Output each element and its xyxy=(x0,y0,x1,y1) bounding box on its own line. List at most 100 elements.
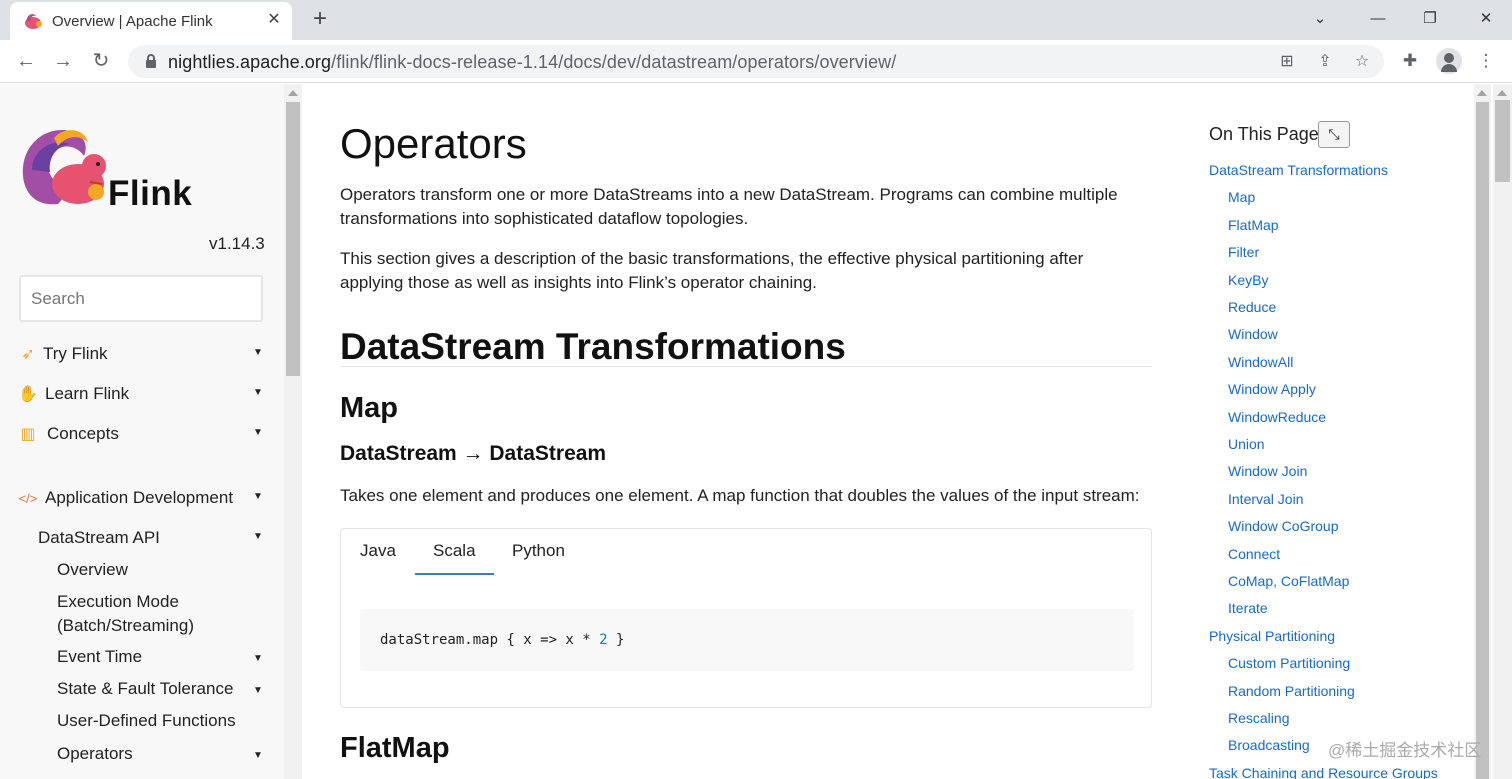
scrollbar-thumb[interactable] xyxy=(1476,102,1489,779)
sidebar-item-operators[interactable]: Operators xyxy=(57,742,284,766)
share-icon[interactable]: ⇪ xyxy=(1314,51,1336,73)
sidebar-item-state-fault-tolerance[interactable]: State & Fault Tolerance xyxy=(57,677,284,701)
minimize-window-icon[interactable]: — xyxy=(1366,8,1390,30)
chevron-down-icon[interactable]: ▼ xyxy=(253,531,263,542)
content-scrollbar[interactable] xyxy=(1474,84,1491,779)
address-bar[interactable]: nightlies.apache.org/flink/flink-docs-re… xyxy=(128,45,1384,78)
toc-link[interactable]: WindowAll xyxy=(1228,354,1293,370)
search-input[interactable] xyxy=(19,275,263,322)
map-icon: ▥ xyxy=(20,426,36,443)
profile-avatar-icon[interactable] xyxy=(1436,48,1462,74)
rocket-icon: ➶ xyxy=(21,346,35,363)
map-description: Takes one element and produces one eleme… xyxy=(340,486,1140,505)
scrollbar-thumb[interactable] xyxy=(286,102,300,376)
tab-scala[interactable]: Scala xyxy=(433,541,476,561)
page-title: Operators xyxy=(340,120,527,167)
sidebar-item-overview[interactable]: Overview xyxy=(57,558,284,582)
tab-strip: Overview | Apache Flink ✕ + ⌄ — ❐ ✕ xyxy=(0,0,1512,40)
version-label: v1.14.3 xyxy=(209,234,265,253)
sidebar-item-execution-mode[interactable]: Execution Mode (Batch/Streaming) xyxy=(57,590,227,638)
toc-title: On This Page xyxy=(1209,124,1319,144)
menu-icon[interactable]: ⋮ xyxy=(1474,49,1498,73)
chevron-down-icon[interactable]: ▼ xyxy=(253,750,263,761)
tab-python[interactable]: Python xyxy=(512,541,565,561)
toc-link[interactable]: CoMap, CoFlatMap xyxy=(1228,573,1349,589)
map-heading: Map xyxy=(340,392,398,424)
collapse-toc-icon[interactable]: ⤡ xyxy=(1318,121,1350,148)
chevron-down-icon[interactable]: ▼ xyxy=(253,427,263,438)
toc-link[interactable]: Map xyxy=(1228,189,1255,205)
browser-tab[interactable]: Overview | Apache Flink ✕ xyxy=(10,2,292,40)
url-text: nightlies.apache.org/flink/flink-docs-re… xyxy=(168,52,897,72)
chevron-down-icon[interactable]: ▼ xyxy=(253,653,263,664)
restore-window-icon[interactable]: ❐ xyxy=(1418,8,1442,30)
chevron-down-icon[interactable]: ▼ xyxy=(253,491,263,502)
forward-icon[interactable]: → xyxy=(50,48,76,74)
toc-link[interactable]: Iterate xyxy=(1228,600,1268,616)
close-window-icon[interactable]: ✕ xyxy=(1474,8,1498,30)
flink-favicon-icon xyxy=(25,14,42,29)
hand-icon: ✋ xyxy=(18,386,38,403)
toc-link[interactable]: Filter xyxy=(1228,244,1259,260)
lock-icon xyxy=(146,54,156,68)
sidebar-scrollbar[interactable] xyxy=(284,84,302,779)
page-scrollbar[interactable] xyxy=(1493,84,1512,779)
scroll-up-icon[interactable] xyxy=(288,90,298,96)
toc-link[interactable]: Physical Partitioning xyxy=(1209,628,1335,644)
sidebar-item-try-flink[interactable]: ➶ Try Flink ▼ xyxy=(18,342,268,368)
sidebar-item-event-time[interactable]: Event Time xyxy=(57,645,284,669)
browser-toolbar: ← → ↻ nightlies.apache.org/flink/flink-d… xyxy=(0,40,1512,83)
reload-icon[interactable]: ↻ xyxy=(88,48,114,74)
back-icon[interactable]: ← xyxy=(13,48,39,74)
active-tab-indicator xyxy=(415,573,494,575)
bookmark-star-icon[interactable]: ☆ xyxy=(1351,51,1373,73)
toc-link[interactable]: Reduce xyxy=(1228,299,1276,315)
new-tab-button[interactable]: + xyxy=(306,6,334,34)
translate-icon[interactable]: ⊞ xyxy=(1276,51,1298,73)
tab-java[interactable]: Java xyxy=(360,541,396,561)
section-heading: DataStream Transformations xyxy=(340,326,846,367)
code-icon: </> xyxy=(18,491,38,506)
watermark: @稀土掘金技术社区 xyxy=(1328,741,1482,760)
sidebar-item-application-development[interactable]: </> Application Development ▼ xyxy=(18,486,268,512)
map-signature: DataStream → DataStream xyxy=(340,442,607,465)
toc-link[interactable]: Window xyxy=(1228,326,1278,342)
scroll-up-icon[interactable] xyxy=(1477,90,1487,96)
sidebar-item-user-defined-functions[interactable]: User-Defined Functions xyxy=(57,709,284,733)
toc-link[interactable]: Window CoGroup xyxy=(1228,518,1339,534)
flatmap-heading: FlatMap xyxy=(340,732,450,764)
extensions-icon[interactable]: ✚ xyxy=(1398,49,1422,73)
flink-logo-text[interactable]: Flink xyxy=(108,174,192,214)
toc-link[interactable]: Random Partitioning xyxy=(1228,683,1355,699)
chevron-down-icon[interactable]: ▼ xyxy=(253,347,263,358)
chevron-down-icon[interactable]: ▼ xyxy=(253,685,263,696)
toc-link[interactable]: DataStream Transformations xyxy=(1209,162,1388,178)
tab-title: Overview | Apache Flink xyxy=(52,13,213,30)
scrollbar-thumb[interactable] xyxy=(1495,100,1510,182)
close-tab-icon[interactable]: ✕ xyxy=(262,8,286,32)
toc-link[interactable]: Custom Partitioning xyxy=(1228,655,1350,671)
toc-link[interactable]: FlatMap xyxy=(1228,217,1279,233)
toc-link[interactable]: Union xyxy=(1228,436,1265,452)
tab-search-icon[interactable]: ⌄ xyxy=(1308,8,1332,30)
code-tabs: Java Scala Python dataStream.map { x => … xyxy=(340,528,1152,708)
chevron-down-icon[interactable]: ▼ xyxy=(253,387,263,398)
sidebar-item-datastream-api[interactable]: DataStream API ▼ xyxy=(18,526,268,552)
docs-sidebar: Flink v1.14.3 ➶ Try Flink ▼ ✋ Learn Flin… xyxy=(0,84,284,779)
toc-link[interactable]: WindowReduce xyxy=(1228,409,1326,425)
toc-link[interactable]: KeyBy xyxy=(1228,272,1268,288)
main-content: Operators Operators transform one or mor… xyxy=(302,84,1172,779)
code-block: dataStream.map { x => x * 2 } xyxy=(360,609,1134,671)
sidebar-item-concepts[interactable]: ▥ Concepts ▼ xyxy=(18,422,268,448)
scroll-up-icon[interactable] xyxy=(1497,90,1507,96)
toc-link[interactable]: Interval Join xyxy=(1228,491,1303,507)
toc-link[interactable]: Broadcasting xyxy=(1228,737,1310,753)
sidebar-item-learn-flink[interactable]: ✋ Learn Flink ▼ xyxy=(18,382,268,408)
toc-link[interactable]: Window Join xyxy=(1228,463,1307,479)
toc-link[interactable]: Connect xyxy=(1228,546,1280,562)
intro-paragraph: Operators transform one or more DataStre… xyxy=(340,185,1118,228)
toc-link[interactable]: Rescaling xyxy=(1228,710,1289,726)
toc-link[interactable]: Window Apply xyxy=(1228,381,1316,397)
toc-link[interactable]: Task Chaining and Resource Groups xyxy=(1209,765,1438,779)
intro-paragraph-2: This section gives a description of the … xyxy=(340,249,1084,292)
